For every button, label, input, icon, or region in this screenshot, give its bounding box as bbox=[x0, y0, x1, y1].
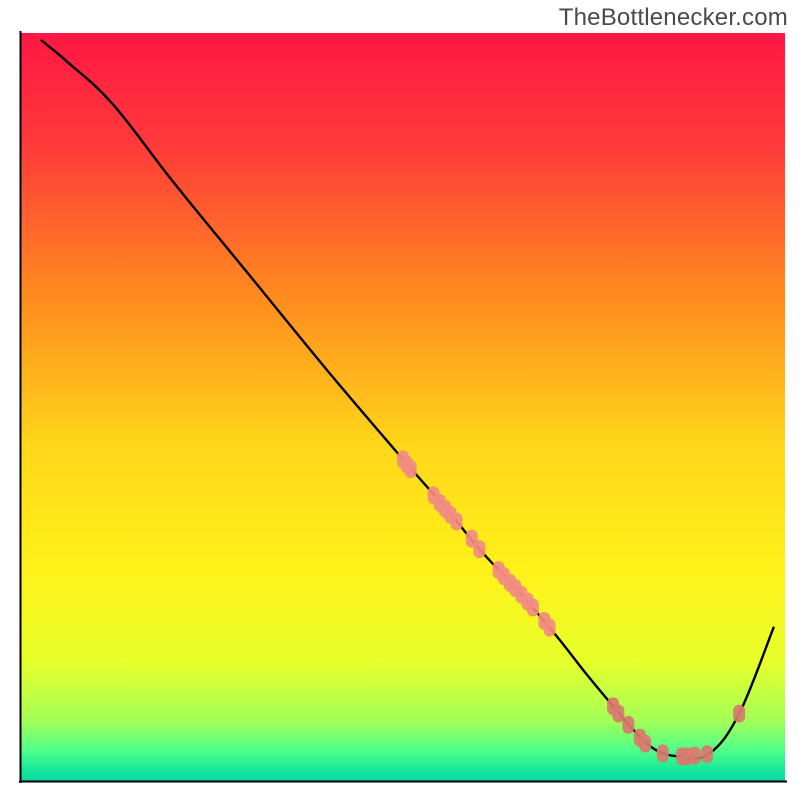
bottleneck-chart bbox=[0, 0, 800, 800]
marker-point bbox=[689, 747, 701, 765]
marker-point bbox=[701, 745, 713, 763]
plot-background bbox=[21, 33, 785, 781]
marker-point bbox=[639, 735, 651, 753]
watermark-text: TheBottlenecker.com bbox=[559, 4, 788, 32]
marker-point bbox=[405, 460, 417, 478]
marker-point bbox=[473, 540, 485, 558]
marker-point bbox=[450, 512, 462, 530]
marker-point bbox=[622, 716, 634, 734]
marker-point bbox=[527, 598, 539, 616]
marker-point bbox=[657, 744, 669, 762]
marker-point bbox=[733, 705, 745, 723]
marker-point bbox=[544, 619, 556, 637]
marker-point bbox=[612, 705, 624, 723]
